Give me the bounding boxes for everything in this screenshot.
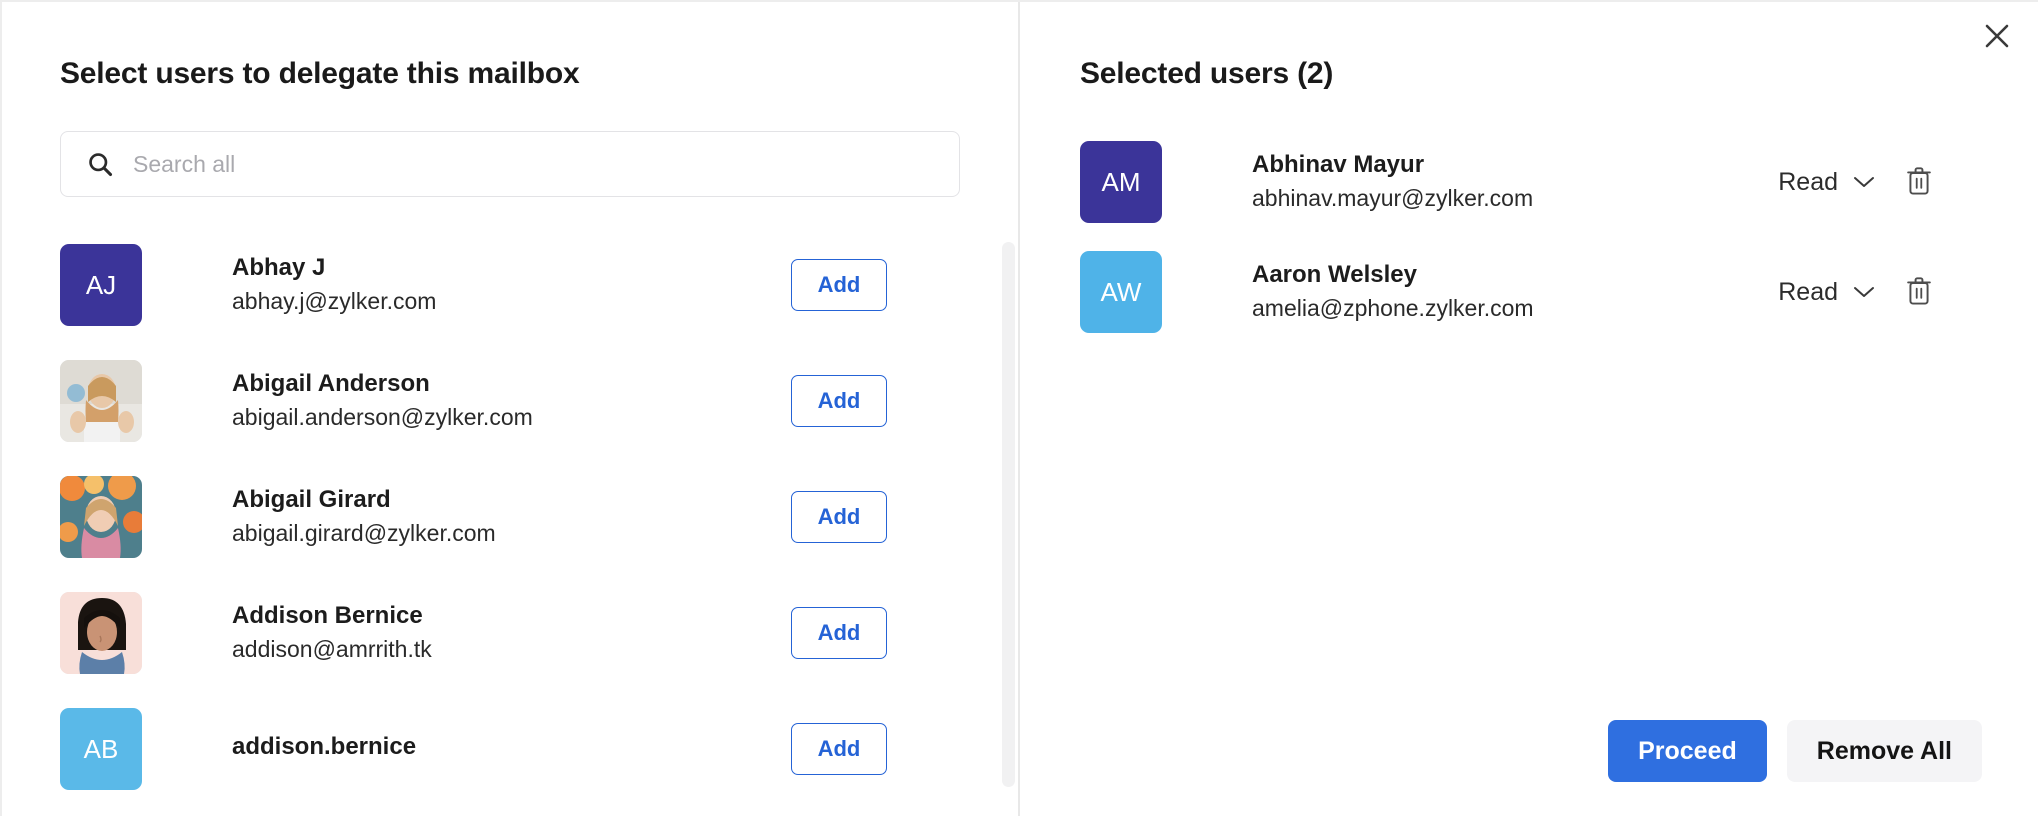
chevron-down-icon [1852,285,1876,299]
user-email: abigail.girard@zylker.com [232,520,496,547]
selected-users-title: Selected users (2) [1080,57,1334,90]
selected-user-text: Aaron Welsley amelia@zphone.zylker.com [1252,260,1778,324]
avatar: AM [1080,141,1162,223]
selected-user-text: Abhinav Mayur abhinav.mayur@zylker.com [1252,150,1778,214]
user-name: Abigail Girard [232,486,391,514]
user-name: Aaron Welsley [1252,261,1417,289]
search-icon [85,149,115,179]
table-row: AM Abhinav Mayur abhinav.mayur@zylker.co… [1080,127,1982,237]
list-item-text: Abigail Anderson abigail.anderson@zylker… [232,369,791,433]
add-user-button[interactable]: Add [791,607,887,659]
permission-label: Read [1778,167,1838,196]
user-email: amelia@zphone.zylker.com [1252,295,1534,322]
close-icon [1982,21,2012,54]
proceed-button[interactable]: Proceed [1608,720,1767,782]
user-name: Addison Bernice [232,602,423,630]
user-email: abhay.j@zylker.com [232,288,437,315]
user-email: abigail.anderson@zylker.com [232,404,533,431]
add-user-button[interactable]: Add [791,259,887,311]
user-list-scrollbar[interactable] [1002,227,1015,816]
list-item[interactable]: Abigail Anderson abigail.anderson@zylker… [60,343,963,459]
list-item[interactable]: Abigail Girard abigail.girard@zylker.com… [60,459,963,575]
user-name: Abhinav Mayur [1252,151,1425,179]
avatar-initials: AM [1101,166,1141,197]
list-item-text: Abigail Girard abigail.girard@zylker.com [232,485,791,549]
avatar [60,592,142,674]
avatar-initials: AB [83,733,119,764]
avatar: AW [1080,251,1162,333]
permission-dropdown[interactable]: Read [1778,167,1876,196]
search-box[interactable] [60,131,960,197]
delegate-mailbox-dialog: Select users to delegate this mailbox AJ… [0,0,2038,816]
add-user-button[interactable]: Add [791,491,887,543]
permission-dropdown[interactable]: Read [1778,277,1876,306]
list-item[interactable]: AJ Abhay J abhay.j@zylker.com Add [60,227,963,343]
table-row: AW Aaron Welsley amelia@zphone.zylker.co… [1080,237,1982,347]
user-name: addison.bernice [232,733,417,760]
add-user-button[interactable]: Add [791,375,887,427]
chevron-down-icon [1852,175,1876,189]
user-list: AJ Abhay J abhay.j@zylker.com Add Abigai… [2,227,1018,816]
list-item-text: addison.bernice [232,732,791,766]
avatar: AJ [60,244,142,326]
user-name: Abigail Anderson [232,370,430,398]
list-item-text: Addison Bernice addison@amrrith.tk [232,601,791,665]
remove-all-button[interactable]: Remove All [1786,720,1982,782]
user-picker-panel: Select users to delegate this mailbox AJ… [2,2,1020,816]
list-item[interactable]: Addison Bernice addison@amrrith.tk Add [60,575,963,691]
avatar: AB [60,708,142,790]
list-item-text: Abhay J abhay.j@zylker.com [232,253,791,317]
user-email: abhinav.mayur@zylker.com [1252,185,1534,212]
selected-users-list: AM Abhinav Mayur abhinav.mayur@zylker.co… [1020,127,2038,816]
scrollbar-thumb[interactable] [1002,242,1015,787]
list-item[interactable]: AB addison.bernice Add [60,691,963,807]
avatar [60,360,142,442]
avatar-initials: AJ [85,269,117,300]
delete-user-button[interactable] [1902,163,1936,201]
selected-users-panel: Selected users (2) AM Abhinav Mayur abhi… [1020,2,2038,816]
delete-user-button[interactable] [1902,273,1936,311]
page-title: Select users to delegate this mailbox [60,57,580,90]
dialog-footer: Proceed Remove All [1608,720,1982,782]
permission-label: Read [1778,277,1838,306]
user-email: addison@amrrith.tk [232,636,432,663]
search-input[interactable] [133,144,913,184]
avatar [60,476,142,558]
close-button[interactable] [1970,10,2024,64]
user-name: Abhay J [232,254,326,282]
trash-icon [1905,165,1933,200]
add-user-button[interactable]: Add [791,723,887,775]
avatar-initials: AW [1100,276,1142,307]
trash-icon [1905,275,1933,310]
